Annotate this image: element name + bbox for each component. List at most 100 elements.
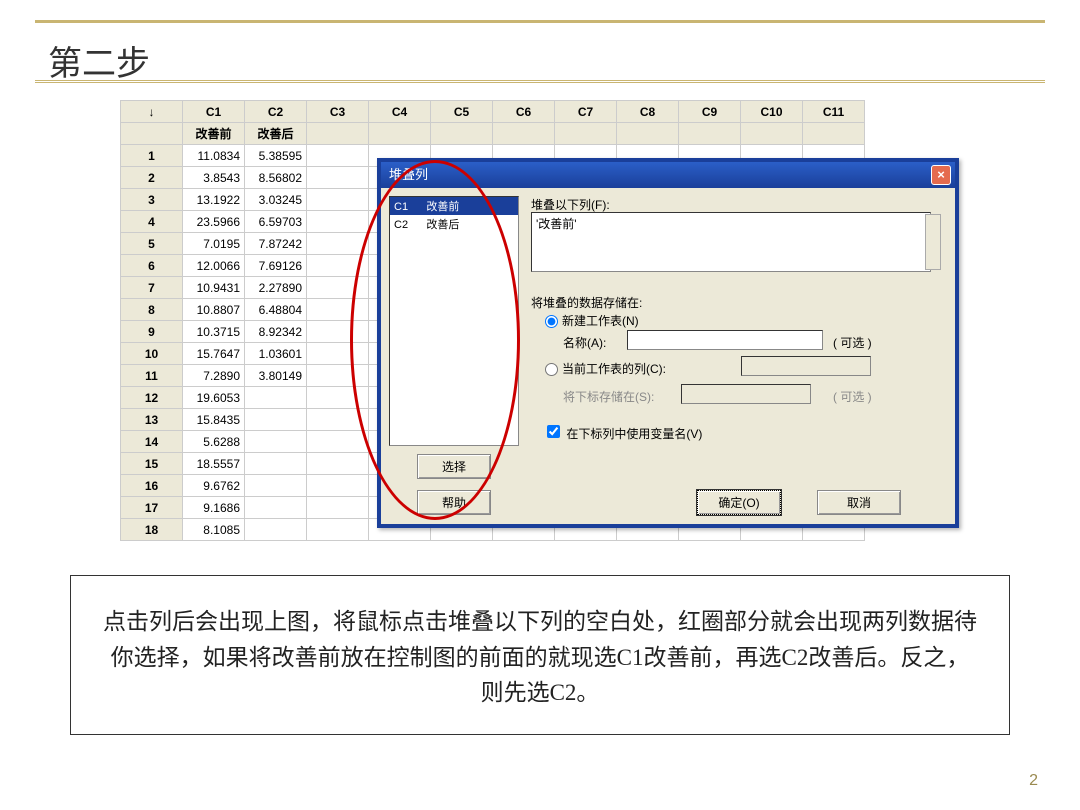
dialog-title: 堆叠列 [389,167,428,182]
stack-columns-value: '改善前' [536,217,577,231]
row-header[interactable]: 11 [121,365,183,387]
cell[interactable] [245,387,307,409]
row-header[interactable]: 12 [121,387,183,409]
col-header[interactable]: C10 [741,101,803,123]
radio-current-worksheet[interactable]: 当前工作表的列(C): [545,360,666,377]
cell[interactable] [245,453,307,475]
stack-columns-dialog: 堆叠列 × C1 改善前C2 改善后 堆叠以下列(F): '改善前' 将堆叠的数… [377,158,959,528]
row-header[interactable]: 8 [121,299,183,321]
col-header[interactable]: C9 [679,101,741,123]
row-header[interactable]: 14 [121,431,183,453]
stack-columns-label: 堆叠以下列(F): [531,196,610,213]
current-col-input[interactable] [741,356,871,376]
caption-text: 点击列后会出现上图，将鼠标点击堆叠以下列的空白处，红圈部分就会出现两列数据待你选… [101,604,979,711]
row-header[interactable]: 6 [121,255,183,277]
cell[interactable] [245,475,307,497]
cell[interactable]: 8.1085 [183,519,245,541]
col-header[interactable]: C6 [493,101,555,123]
cell[interactable]: 10.8807 [183,299,245,321]
cell[interactable]: 5.6288 [183,431,245,453]
row-header[interactable]: 5 [121,233,183,255]
cell[interactable]: 1.03601 [245,343,307,365]
cell[interactable]: 9.6762 [183,475,245,497]
cell[interactable]: 9.1686 [183,497,245,519]
caption-box: 点击列后会出现上图，将鼠标点击堆叠以下列的空白处，红圈部分就会出现两列数据待你选… [70,575,1010,735]
row-header[interactable]: 13 [121,409,183,431]
row-header[interactable]: 10 [121,343,183,365]
cell[interactable]: 8.56802 [245,167,307,189]
col-header[interactable]: C3 [307,101,369,123]
dialog-titlebar[interactable]: 堆叠列 × [381,162,955,188]
cell[interactable]: 11.0834 [183,145,245,167]
cell[interactable]: 18.5557 [183,453,245,475]
col-header[interactable]: C4 [369,101,431,123]
decor-top-line [35,20,1045,23]
scrollbar-icon[interactable] [925,214,941,270]
cell[interactable]: 5.38595 [245,145,307,167]
sub-input [681,384,811,404]
cell[interactable]: 23.5966 [183,211,245,233]
col-header[interactable]: C11 [803,101,865,123]
cell[interactable] [245,497,307,519]
help-button[interactable]: 帮助 [417,490,491,515]
col-header[interactable]: C7 [555,101,617,123]
cell[interactable]: 6.59703 [245,211,307,233]
column-list[interactable]: C1 改善前C2 改善后 [389,196,519,446]
use-varname-checkbox[interactable]: 在下标列中使用变量名(V) [543,422,702,442]
col-header[interactable]: C1 [183,101,245,123]
cell[interactable]: 15.8435 [183,409,245,431]
row-header[interactable]: 17 [121,497,183,519]
radio-new-worksheet[interactable]: 新建工作表(N) [545,312,639,329]
cell[interactable]: 7.2890 [183,365,245,387]
close-icon[interactable]: × [931,165,951,185]
cancel-button[interactable]: 取消 [817,490,901,515]
optional-label-1: ( 可选 ) [833,334,872,351]
screenshot-region: ↓C1C2C3C4C5C6C7C8C9C10C11改善前改善后111.08345… [120,100,960,545]
row-header[interactable]: 1 [121,145,183,167]
cell[interactable]: 15.7647 [183,343,245,365]
row-header[interactable]: 15 [121,453,183,475]
page-number: 2 [1029,772,1038,790]
row-header[interactable]: 3 [121,189,183,211]
row-header[interactable]: 9 [121,321,183,343]
cell[interactable] [245,431,307,453]
col-header[interactable]: C5 [431,101,493,123]
radio-new-label: 新建工作表(N) [562,314,639,328]
col-header[interactable]: C2 [245,101,307,123]
optional-label-2: ( 可选 ) [833,388,872,405]
name-input[interactable] [627,330,823,350]
cell[interactable]: 19.6053 [183,387,245,409]
row-header[interactable]: 2 [121,167,183,189]
cell[interactable]: 2.27890 [245,277,307,299]
cell[interactable] [245,409,307,431]
cell[interactable] [245,519,307,541]
cell[interactable]: 7.69126 [245,255,307,277]
list-item[interactable]: C2 改善后 [390,215,518,233]
cell[interactable]: 8.92342 [245,321,307,343]
select-button[interactable]: 选择 [417,454,491,479]
row-header[interactable]: 4 [121,211,183,233]
cell[interactable]: 6.48804 [245,299,307,321]
store-label: 将堆叠的数据存储在: [531,294,642,311]
row-header[interactable]: 16 [121,475,183,497]
cell[interactable]: 7.0195 [183,233,245,255]
ok-button[interactable]: 确定(O) [697,490,781,515]
cell[interactable]: 7.87242 [245,233,307,255]
row-header[interactable]: 18 [121,519,183,541]
radio-current-label: 当前工作表的列(C): [562,362,666,376]
stack-columns-input[interactable]: '改善前' [531,212,931,272]
page-title: 第二步 [48,36,150,85]
sub-label: 将下标存储在(S): [563,388,654,405]
use-varname-label: 在下标列中使用变量名(V) [566,427,702,441]
cell[interactable]: 10.9431 [183,277,245,299]
list-item[interactable]: C1 改善前 [390,197,518,215]
cell[interactable]: 13.1922 [183,189,245,211]
name-label: 名称(A): [563,334,606,351]
row-header[interactable]: 7 [121,277,183,299]
cell[interactable]: 10.3715 [183,321,245,343]
cell[interactable]: 3.8543 [183,167,245,189]
cell[interactable]: 3.03245 [245,189,307,211]
col-header[interactable]: C8 [617,101,679,123]
cell[interactable]: 12.0066 [183,255,245,277]
cell[interactable]: 3.80149 [245,365,307,387]
